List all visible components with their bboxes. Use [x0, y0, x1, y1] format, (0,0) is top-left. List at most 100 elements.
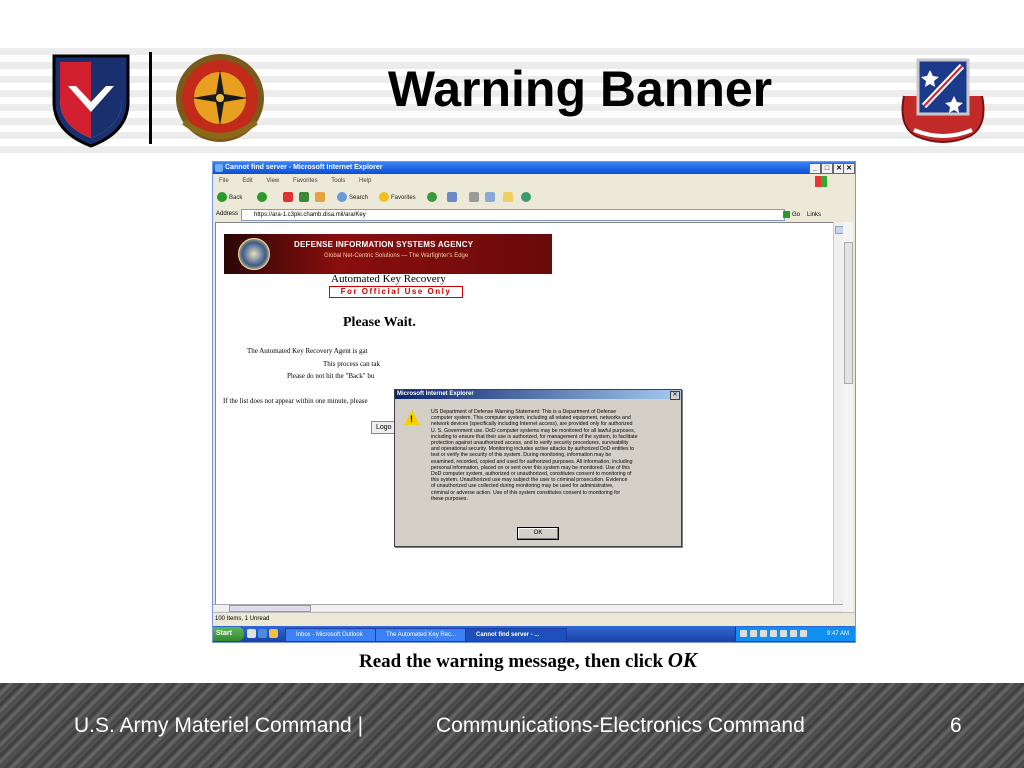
edit-icon: [485, 192, 495, 203]
back-label: Back: [229, 195, 243, 201]
menu-view[interactable]: View: [266, 178, 279, 184]
slide-footer: U.S. Army Materiel Command | Communicati…: [0, 683, 1024, 768]
stop-button[interactable]: [283, 192, 295, 204]
stop-icon: [283, 192, 293, 203]
disa-seal-icon: [238, 238, 270, 270]
warning-dialog: Microsoft Internet Explorer ✕ ! US Depar…: [394, 389, 682, 547]
favorites-button[interactable]: Favorites: [379, 192, 416, 204]
start-button[interactable]: Start: [213, 627, 244, 641]
slide-caption: Read the warning message, then click OK: [0, 648, 1024, 673]
maximize-button[interactable]: □: [821, 163, 833, 174]
windows-flag-icon: [815, 176, 827, 187]
mail-icon: [447, 192, 457, 203]
print-button[interactable]: [469, 192, 481, 204]
links-button[interactable]: Links: [807, 209, 821, 222]
app-title: Automated Key Recovery: [331, 273, 446, 285]
tray-icon[interactable]: [750, 630, 757, 637]
caption-text: Read the warning message, then click: [359, 651, 668, 672]
agency-tagline: Global Net-Centric Solutions — The Warfi…: [324, 253, 469, 259]
warning-exclamation-icon: !: [410, 414, 413, 424]
mail-button[interactable]: [447, 192, 459, 204]
system-tray: 9:47 AM: [735, 627, 855, 641]
footer-org: U.S. Army Materiel Command |: [74, 714, 364, 737]
page-content: DEFENSE INFORMATION SYSTEMS AGENCY Globa…: [215, 222, 834, 606]
amc-shield-logo: [52, 54, 130, 148]
browser-titlebar: Cannot find server - Microsoft Internet …: [213, 162, 855, 174]
forward-button[interactable]: [257, 192, 269, 204]
ie-icon: [215, 164, 223, 172]
quicklaunch-ie-icon[interactable]: [258, 629, 267, 638]
header-divider: [149, 52, 152, 144]
refresh-button[interactable]: [299, 192, 311, 204]
outer-scroll-thumb[interactable]: [844, 242, 853, 384]
star-icon: [379, 192, 389, 203]
home-button[interactable]: [315, 192, 327, 204]
window-title: Cannot find server - Microsoft Internet …: [225, 164, 383, 171]
history-button[interactable]: [427, 192, 439, 204]
dialog-close-button[interactable]: ✕: [670, 391, 680, 400]
status-bar: 100 Items, 1 Unread: [213, 612, 855, 625]
refresh-icon: [299, 192, 309, 203]
fouo-label: For Official Use Only: [329, 286, 463, 298]
signal-brigade-crest-logo: [901, 58, 985, 143]
status-line-4: If the list does not appear within one m…: [223, 397, 368, 405]
task-akr[interactable]: The Automated Key Rec...: [375, 628, 473, 642]
footer-command: Communications-Electronics Command: [436, 714, 805, 737]
forward-arrow-icon: [257, 192, 267, 203]
disa-banner: DEFENSE INFORMATION SYSTEMS AGENCY Globa…: [224, 234, 552, 274]
tray-icon[interactable]: [790, 630, 797, 637]
toolbar: Back Search Favorites: [213, 189, 853, 207]
status-text: 100 Items, 1 Unread: [215, 616, 270, 622]
dialog-line: these purposes.: [431, 495, 468, 502]
dialog-message: US Department of Defense Warning Stateme…: [431, 409, 676, 502]
dialog-titlebar: Microsoft Internet Explorer: [395, 390, 681, 399]
tray-icon[interactable]: [740, 630, 747, 637]
go-arrow-icon: [783, 210, 790, 218]
minimize-button[interactable]: _: [809, 163, 821, 174]
history-icon: [427, 192, 437, 203]
address-bar: Address https://ara-1.c3pki.chamb.disa.m…: [213, 208, 853, 221]
folder-button[interactable]: [503, 192, 515, 204]
go-button[interactable]: Go: [783, 209, 800, 222]
home-icon: [315, 192, 325, 203]
favorites-label: Favorites: [391, 195, 416, 201]
horizontal-scroll-thumb[interactable]: [229, 605, 311, 612]
edit-button[interactable]: [485, 192, 497, 204]
status-line-1: The Automated Key Recovery Agent is gat: [247, 347, 368, 355]
tray-icon[interactable]: [770, 630, 777, 637]
folder-icon: [503, 192, 513, 203]
dialog-title: Microsoft Internet Explorer: [397, 391, 474, 397]
slide-title: Warning Banner: [387, 61, 773, 117]
back-arrow-icon: [217, 192, 227, 203]
quicklaunch-outlook-icon[interactable]: [269, 629, 278, 638]
messenger-icon: [521, 192, 531, 203]
ok-button[interactable]: OK: [517, 527, 559, 540]
task-outlook[interactable]: Inbox - Microsoft Outlook: [285, 628, 383, 642]
address-input[interactable]: https://ara-1.c3pki.chamb.disa.mil/ara/K…: [241, 209, 785, 221]
menu-favorites[interactable]: Favorites: [293, 178, 318, 184]
back-button[interactable]: Back: [217, 192, 242, 204]
status-line-2: This process can tak: [323, 360, 380, 368]
tray-icon[interactable]: [780, 630, 787, 637]
please-wait-heading: Please Wait.: [343, 315, 416, 330]
menu-tools[interactable]: Tools: [331, 178, 345, 184]
menu-edit[interactable]: Edit: [242, 178, 252, 184]
browser-window: Cannot find server - Microsoft Internet …: [212, 161, 856, 643]
outer-scrollbar[interactable]: [843, 222, 853, 612]
horizontal-scrollbar[interactable]: [213, 604, 843, 612]
tray-icon[interactable]: [800, 630, 807, 637]
tray-icon[interactable]: [760, 630, 767, 637]
search-icon: [337, 192, 347, 203]
search-button[interactable]: Search: [337, 192, 368, 204]
address-label: Address: [216, 211, 239, 217]
menu-help[interactable]: Help: [359, 178, 371, 184]
go-label: Go: [792, 212, 801, 218]
outer-close-button[interactable]: ✕: [843, 163, 855, 174]
quicklaunch-desktop-icon[interactable]: [247, 629, 256, 638]
status-line-3: Please do not hit the "Back" bu: [287, 372, 375, 380]
messenger-button[interactable]: [521, 192, 533, 204]
taskbar: Start Inbox - Microsoft Outlook The Auto…: [213, 626, 855, 642]
task-cannot-find-server[interactable]: Cannot find server - ...: [465, 628, 567, 642]
page-number: 6: [950, 714, 962, 737]
menu-file[interactable]: File: [219, 178, 229, 184]
